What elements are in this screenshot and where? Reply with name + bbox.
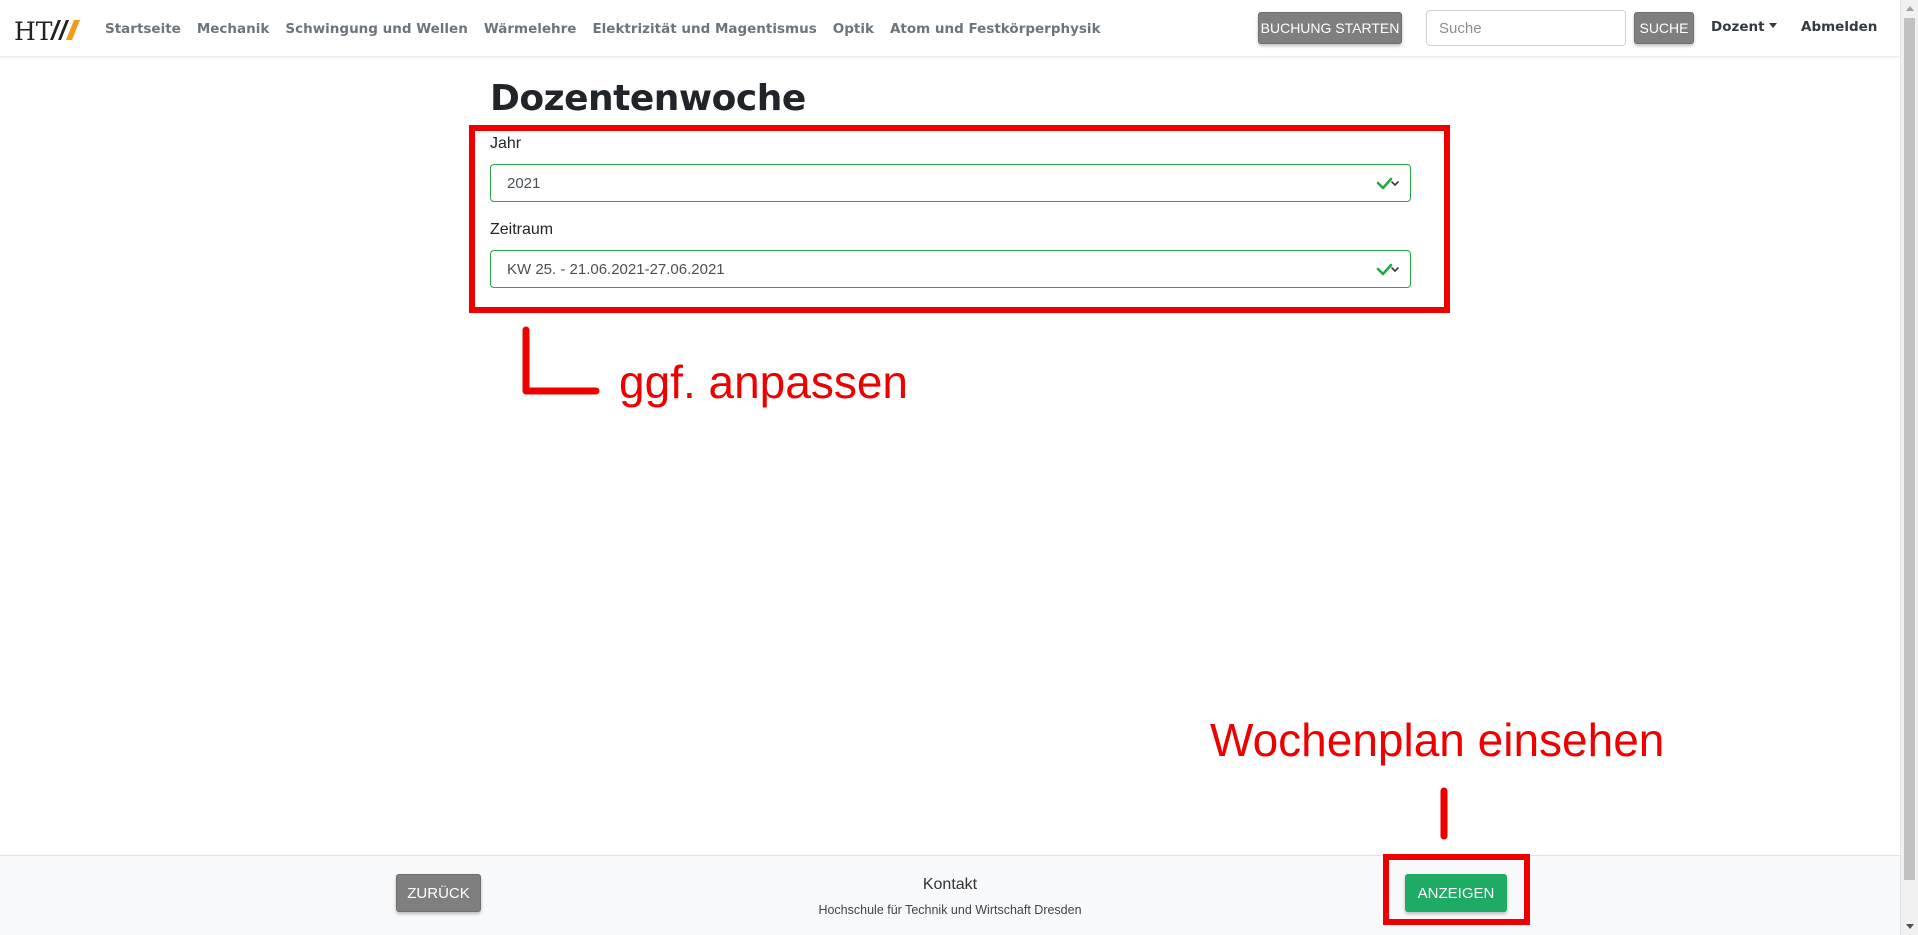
scroll-down-arrow-icon[interactable] (1906, 924, 1914, 929)
annotation-view-note: Wochenplan einsehen (1210, 714, 1665, 766)
search-button[interactable]: SUCHE (1634, 12, 1694, 44)
vertical-scrollbar[interactable] (1900, 0, 1918, 935)
search-input[interactable] (1426, 10, 1626, 46)
nav-link-schwingung-und-wellen[interactable]: Schwingung und Wellen (285, 21, 467, 37)
logout-link[interactable]: Abmelden (1801, 19, 1877, 35)
user-menu-dropdown[interactable]: Dozent (1711, 19, 1777, 35)
annotation-highlight-form (469, 125, 1450, 313)
htw-logo[interactable]: HT (14, 16, 80, 44)
nav-link-atom-festkoerperphysik[interactable]: Atom und Festkörperphysik (890, 21, 1101, 37)
footer-address: Hochschule für Technik und Wirtschaft Dr… (818, 903, 1082, 917)
annotation-adjust-note: ggf. anpassen (619, 356, 909, 408)
scrollbar-thumb[interactable] (1904, 18, 1915, 880)
main-nav: Startseite Mechanik Schwingung und Welle… (105, 0, 1101, 57)
top-navbar: HT Startseite Mechanik Schwingung und We… (0, 0, 1900, 57)
nav-link-optik[interactable]: Optik (833, 21, 874, 37)
booking-start-button[interactable]: BUCHUNG STARTEN (1258, 12, 1402, 44)
page-footer (0, 855, 1900, 935)
caret-down-icon (1768, 22, 1777, 28)
contact-link[interactable]: Kontakt (0, 876, 1900, 894)
annotation-corner-line (522, 326, 600, 395)
svg-text:HT: HT (14, 17, 53, 44)
scroll-up-arrow-icon[interactable] (1906, 6, 1914, 11)
nav-link-waermelehre[interactable]: Wärmelehre (484, 21, 577, 37)
user-menu-label: Dozent (1711, 19, 1765, 35)
page-title: Dozentenwoche (490, 78, 806, 119)
nav-link-elektrizitaet[interactable]: Elektrizität und Magentismus (592, 21, 816, 37)
nav-link-mechanik[interactable]: Mechanik (197, 21, 270, 37)
nav-link-startseite[interactable]: Startseite (105, 21, 181, 37)
annotation-highlight-show-button (1383, 854, 1530, 925)
